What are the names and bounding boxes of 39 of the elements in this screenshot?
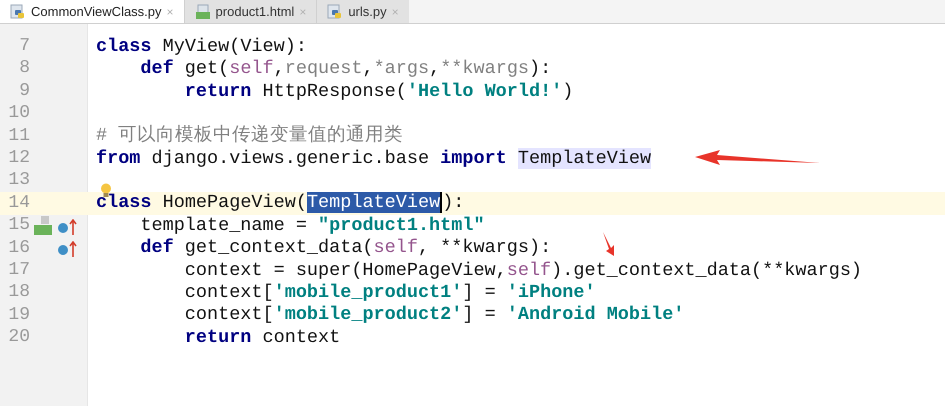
code-line: template_name = "product1.html" [140,214,485,236]
code-line: context['mobile_product1'] = 'iPhone' [184,282,596,304]
override-marker-icon [58,218,78,235]
line-number: 16 [7,236,30,260]
line-number: 11 [7,124,30,148]
line-number: 14 [7,192,30,215]
tab-label: urls.py [348,2,387,21]
line-number: 17 [7,259,30,282]
line-number: 12 [7,147,30,170]
code-line: from django.views.generic.base import TemplateView [96,148,652,169]
code-line: context['mobile_product2'] = 'Android Mobile' [184,304,684,326]
line-number: 13 [7,169,30,192]
python-file-icon [10,4,26,20]
editor-tab[interactable]: urls.py × [316,0,409,23]
html-file-icon [34,216,54,236]
override-marker-icon [58,240,78,257]
code-line: # 可以向模板中传递变量值的通用类 [96,125,404,146]
line-number: 8 [18,57,30,80]
line-number: 9 [18,80,30,103]
html-file-icon [194,4,211,20]
code-line: class HomePageView(TemplateView): [96,192,464,214]
line-number: 7 [18,35,30,58]
code-line: return context [184,326,340,348]
line-number: 20 [7,326,30,350]
editor-tab[interactable]: CommonViewClass.py × [0,0,184,23]
editor-tab[interactable]: product1.html × [184,0,316,23]
line-number: 19 [7,304,30,327]
line-number: 15 [7,214,30,238]
code-line: def get(self,request,*args,**kwargs): [140,58,552,80]
line-number: 10 [7,102,30,126]
python-file-icon [327,4,344,20]
code-line: class MyView(View): [96,36,307,57]
code-line: context = super(HomePageView,self).get_context_data(**kwargs) [184,260,862,281]
line-number: 18 [7,281,30,304]
tab-label: product1.html [216,2,294,21]
code-line: def get_context_data(self, **kwargs): [140,237,552,258]
tab-label: CommonViewClass.py [31,2,162,21]
arrow-annotation [602,232,616,256]
code-line: return HttpResponse('Hello World!') [184,80,574,102]
